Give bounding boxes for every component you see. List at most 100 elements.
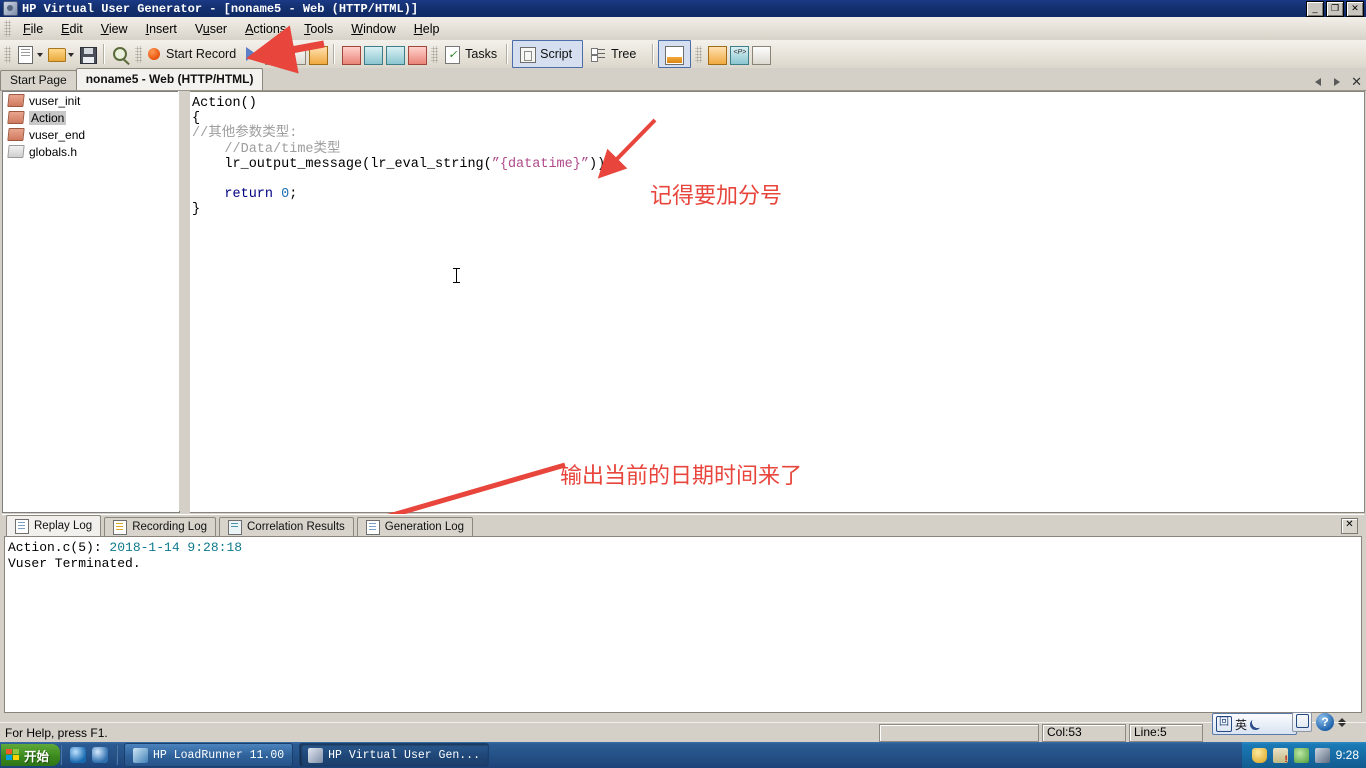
open-folder-icon[interactable] [45, 43, 67, 65]
tree-item-vuser-end[interactable]: vuser_end [3, 126, 179, 143]
stop-icon[interactable] [262, 43, 285, 65]
log-tab-generation-log[interactable]: Generation Log [356, 517, 474, 536]
tree-item-action[interactable]: Action [3, 109, 179, 126]
parameter-list-icon[interactable] [339, 43, 362, 65]
menu-grip[interactable] [4, 20, 11, 37]
internet-explorer-icon[interactable] [70, 747, 87, 763]
compare-icon[interactable] [705, 43, 728, 65]
header-file-icon [7, 145, 25, 158]
menu-file[interactable]: File [14, 19, 52, 39]
start-button-label: 开始 [24, 749, 50, 764]
log-tab-label: Correlation Results [247, 521, 345, 533]
script-view-button[interactable]: Script [512, 40, 584, 68]
run-play-icon[interactable] [246, 47, 257, 61]
tree-view-button[interactable]: Tree [583, 40, 647, 68]
code-line: Action() [192, 96, 257, 111]
tree-icon [587, 43, 609, 65]
close-button[interactable]: ✕ [1346, 1, 1364, 17]
menu-help[interactable]: Help [405, 19, 449, 39]
action-block-icon [7, 128, 25, 141]
menu-vuser[interactable]: Vuser [186, 19, 236, 39]
tab-noname5[interactable]: noname5 - Web (HTTP/HTML) [75, 68, 264, 90]
runtime-settings-icon[interactable] [361, 43, 384, 65]
log-output[interactable]: Action.c(5): 2018-1-14 9:28:18 Vuser Ter… [4, 536, 1362, 713]
snapshot-icon[interactable] [405, 43, 428, 65]
ime-input-icon[interactable]: 回 [1216, 716, 1232, 732]
log-tab-recording-log[interactable]: Recording Log [104, 517, 216, 536]
report-icon[interactable] [749, 43, 772, 65]
help-icon[interactable]: ? [1316, 713, 1334, 731]
ime-mode-label[interactable]: 英 [1235, 716, 1247, 733]
split-view-button[interactable] [658, 40, 692, 68]
log-tab-label: Generation Log [384, 521, 465, 533]
security-shield-icon[interactable] [1251, 747, 1267, 763]
download-icon[interactable] [306, 43, 329, 65]
ime-pad-icon[interactable] [1292, 712, 1312, 732]
toolbar-grip-3[interactable] [431, 45, 439, 63]
new-script-icon[interactable] [14, 43, 36, 65]
system-clock[interactable]: 9:28 [1336, 748, 1359, 762]
script-icon [516, 43, 538, 65]
pause-icon[interactable] [284, 43, 307, 65]
application-window: HP Virtual User Generator - [noname5 - W… [0, 0, 1366, 768]
log-panel: Replay Log Recording Log Correlation Res… [2, 514, 1364, 713]
run-step-icon[interactable] [383, 43, 406, 65]
title-bar: HP Virtual User Generator - [noname5 - W… [0, 0, 1366, 17]
start-record-icon[interactable] [148, 48, 160, 60]
toolbar-grip-4[interactable] [695, 45, 703, 63]
menu-insert[interactable]: Insert [137, 19, 186, 39]
menu-edit[interactable]: Edit [52, 19, 92, 39]
system-tray: 9:28 [1241, 742, 1366, 768]
tasks-icon[interactable] [441, 43, 463, 65]
open-dropdown-icon[interactable] [67, 44, 76, 64]
code-line: return 0; [224, 187, 298, 203]
network-icon[interactable] [1293, 747, 1309, 763]
status-blank-cell [879, 724, 1039, 742]
tasks-label[interactable]: Tasks [463, 47, 501, 61]
code-editor[interactable]: Action() { //其他参数类型: //Data/time类型 lr_ou… [190, 91, 1365, 513]
taskbar-button-loadrunner[interactable]: HP LoadRunner 11.00 [124, 743, 294, 767]
menu-window[interactable]: Window [342, 19, 404, 39]
menu-tools[interactable]: Tools [295, 19, 342, 39]
tree-item-label: Action [29, 110, 67, 125]
toolbar-grip-2[interactable] [135, 45, 142, 63]
tree-label: Tree [611, 47, 637, 61]
annotation-output-datetime: 输出当前的日期时间来了 [560, 464, 803, 489]
restore-button[interactable]: ❐ [1326, 1, 1344, 17]
start-record-label[interactable]: Start Record [164, 47, 240, 61]
tree-item-vuser-init[interactable]: vuser_init [3, 92, 179, 109]
taskbar-button-vugen[interactable]: HP Virtual User Gen... [299, 743, 489, 767]
log-panel-close-button[interactable]: ✕ [1341, 518, 1358, 534]
tab-start-page[interactable]: Start Page [0, 70, 77, 90]
vugen-icon [308, 747, 324, 763]
window-controls: _ ❐ ✕ [1306, 1, 1364, 17]
annotation-semicolon: 记得要加分号 [650, 184, 783, 209]
quick-launch [62, 747, 116, 763]
start-button[interactable]: 开始 [1, 744, 61, 766]
zoom-find-icon[interactable] [109, 43, 131, 65]
menu-actions[interactable]: Actions [236, 19, 295, 39]
save-icon[interactable] [76, 43, 98, 65]
loadrunner-icon [133, 747, 149, 763]
chevron-left-icon[interactable] [1313, 76, 1323, 88]
chevron-right-icon[interactable] [1332, 76, 1342, 88]
log-tab-label: Recording Log [132, 521, 207, 533]
tree-item-globals-h[interactable]: globals.h [3, 143, 179, 160]
ime-language-bar[interactable]: 回 英 [1212, 713, 1297, 735]
warning-icon[interactable] [1272, 747, 1288, 764]
protocol-p-icon[interactable]: <P> [727, 43, 750, 65]
ime-moon-icon[interactable] [1250, 718, 1262, 730]
minimize-button[interactable]: _ [1306, 1, 1324, 17]
script-label: Script [540, 47, 573, 61]
log-tab-replay-log[interactable]: Replay Log [6, 515, 102, 536]
ime-spinner-icon[interactable] [1338, 717, 1346, 727]
correlation-results-icon [228, 519, 242, 535]
antivirus-icon[interactable] [1314, 747, 1330, 763]
new-script-dropdown-icon[interactable] [36, 44, 45, 64]
tab-close-icon[interactable]: ✕ [1351, 75, 1362, 88]
media-player-icon[interactable] [92, 747, 109, 763]
menu-view[interactable]: View [92, 19, 137, 39]
taskbar: 开始 HP LoadRunner 11.00 HP Virtual User G… [0, 742, 1366, 768]
toolbar-grip-1[interactable] [4, 45, 11, 63]
log-tab-correlation-results[interactable]: Correlation Results [219, 517, 354, 536]
